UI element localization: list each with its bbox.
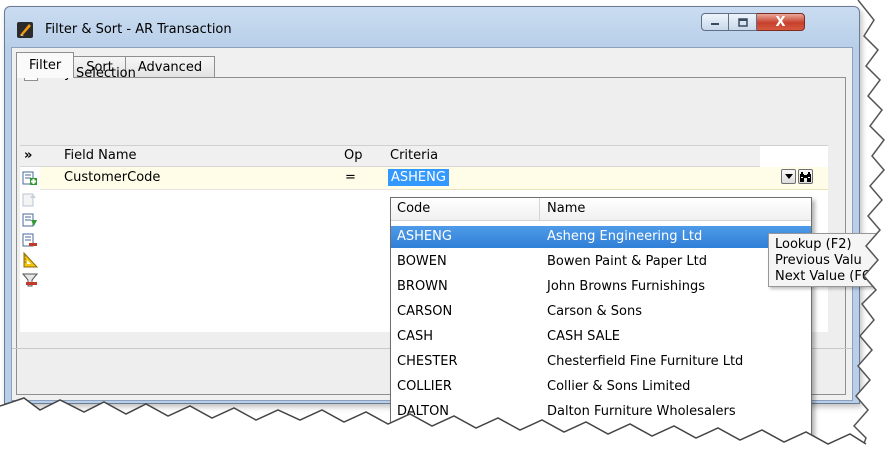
column-divider [539, 198, 540, 220]
list-item[interactable]: CASH CASH SALE [391, 326, 811, 348]
list-item[interactable]: BROWN John Browns Furnishings [391, 276, 811, 298]
header-criteria[interactable]: Criteria [390, 148, 438, 163]
list-item-name: Carson & Sons [547, 304, 642, 319]
lookup-button[interactable] [798, 169, 813, 184]
menu-item-next-value[interactable]: Next Value (F6 [775, 269, 870, 284]
ruler-icon[interactable] [22, 252, 38, 268]
list-item[interactable]: DUGG [391, 426, 811, 448]
list-item-name: Dalton Furniture Wholesalers [547, 404, 736, 419]
tab-advanced[interactable]: Advanced [124, 56, 216, 78]
criteria-dropdown-button[interactable] [781, 169, 796, 184]
list-item[interactable]: CARSON Carson & Sons [391, 301, 811, 323]
title-bar[interactable]: Filter & Sort - AR Transaction X [5, 7, 859, 47]
tab-filter-label: Filter [29, 58, 62, 73]
dropdown-header-code[interactable]: Code [397, 201, 430, 216]
lookup-context-menu: Lookup (F2) Previous Valu Next Value (F6 [768, 233, 888, 287]
binoculars-icon [800, 171, 811, 182]
cell-op[interactable]: = [345, 170, 356, 185]
clear-filter-icon[interactable] [22, 272, 38, 288]
window-title: Filter & Sort - AR Transaction [45, 22, 232, 37]
list-item[interactable]: DALTON Dalton Furniture Wholesalers [391, 401, 811, 423]
list-item[interactable]: CHESTER Chesterfield Fine Furniture Ltd [391, 351, 811, 373]
list-item-code: CASH [397, 329, 433, 344]
lookup-dropdown: Code Name ASHENG Asheng Engineering Ltd … [390, 197, 812, 449]
list-item-code: CHESTER [397, 354, 458, 369]
close-button[interactable]: X [757, 13, 805, 31]
app-icon [17, 22, 33, 38]
maximize-icon [737, 17, 748, 27]
list-item-code: BROWN [397, 279, 448, 294]
list-item-code: BOWEN [397, 254, 447, 269]
criteria-input[interactable]: ASHENG [388, 169, 449, 186]
list-item-code: DUGG [397, 429, 437, 444]
list-item[interactable]: COLLIER Collier & Sons Limited [391, 376, 811, 398]
list-item-code: DALTON [397, 404, 450, 419]
add-row-icon[interactable] [22, 170, 38, 186]
list-item-name: Chesterfield Fine Furniture Ltd [547, 354, 744, 369]
list-item-name: Bowen Paint & Paper Ltd [547, 254, 707, 269]
list-item-code: COLLIER [397, 379, 452, 394]
cell-field-name[interactable]: CustomerCode [64, 170, 160, 185]
list-item-name: CASH SALE [547, 329, 620, 344]
menu-item-previous-value[interactable]: Previous Valu [775, 253, 862, 268]
expand-columns-icon[interactable]: » [24, 148, 32, 163]
list-item-code: CARSON [397, 304, 453, 319]
list-item[interactable]: ASHENG Asheng Engineering Ltd [391, 226, 811, 248]
delete-row-icon[interactable] [22, 232, 38, 248]
minimize-button[interactable] [701, 13, 729, 31]
list-item-code: ASHENG [397, 229, 452, 244]
header-op[interactable]: Op [344, 148, 362, 163]
close-icon: X [775, 14, 786, 30]
tab-filter[interactable]: Filter [16, 52, 75, 78]
table-row[interactable]: CustomerCode = ASHENG [40, 167, 828, 190]
move-down-icon[interactable] [22, 212, 38, 228]
dropdown-header: Code Name [391, 198, 811, 221]
dropdown-header-name[interactable]: Name [547, 201, 585, 216]
header-field-name[interactable]: Field Name [64, 148, 137, 163]
tab-advanced-label: Advanced [137, 60, 203, 75]
maximize-button[interactable] [729, 13, 757, 31]
list-item[interactable]: BOWEN Bowen Paint & Paper Ltd [391, 251, 811, 273]
list-item-name: Collier & Sons Limited [547, 379, 691, 394]
row-divider [40, 189, 408, 190]
window-controls: X [701, 13, 805, 33]
list-item-name: John Browns Furnishings [547, 279, 705, 294]
insert-row-icon[interactable] [22, 192, 38, 208]
chevron-down-icon [784, 174, 793, 179]
list-item-name: Asheng Engineering Ltd [547, 229, 703, 244]
minimize-icon [711, 23, 719, 25]
grid-header: » Field Name Op Criteria [20, 146, 760, 167]
menu-item-lookup[interactable]: Lookup (F2) [775, 237, 852, 252]
